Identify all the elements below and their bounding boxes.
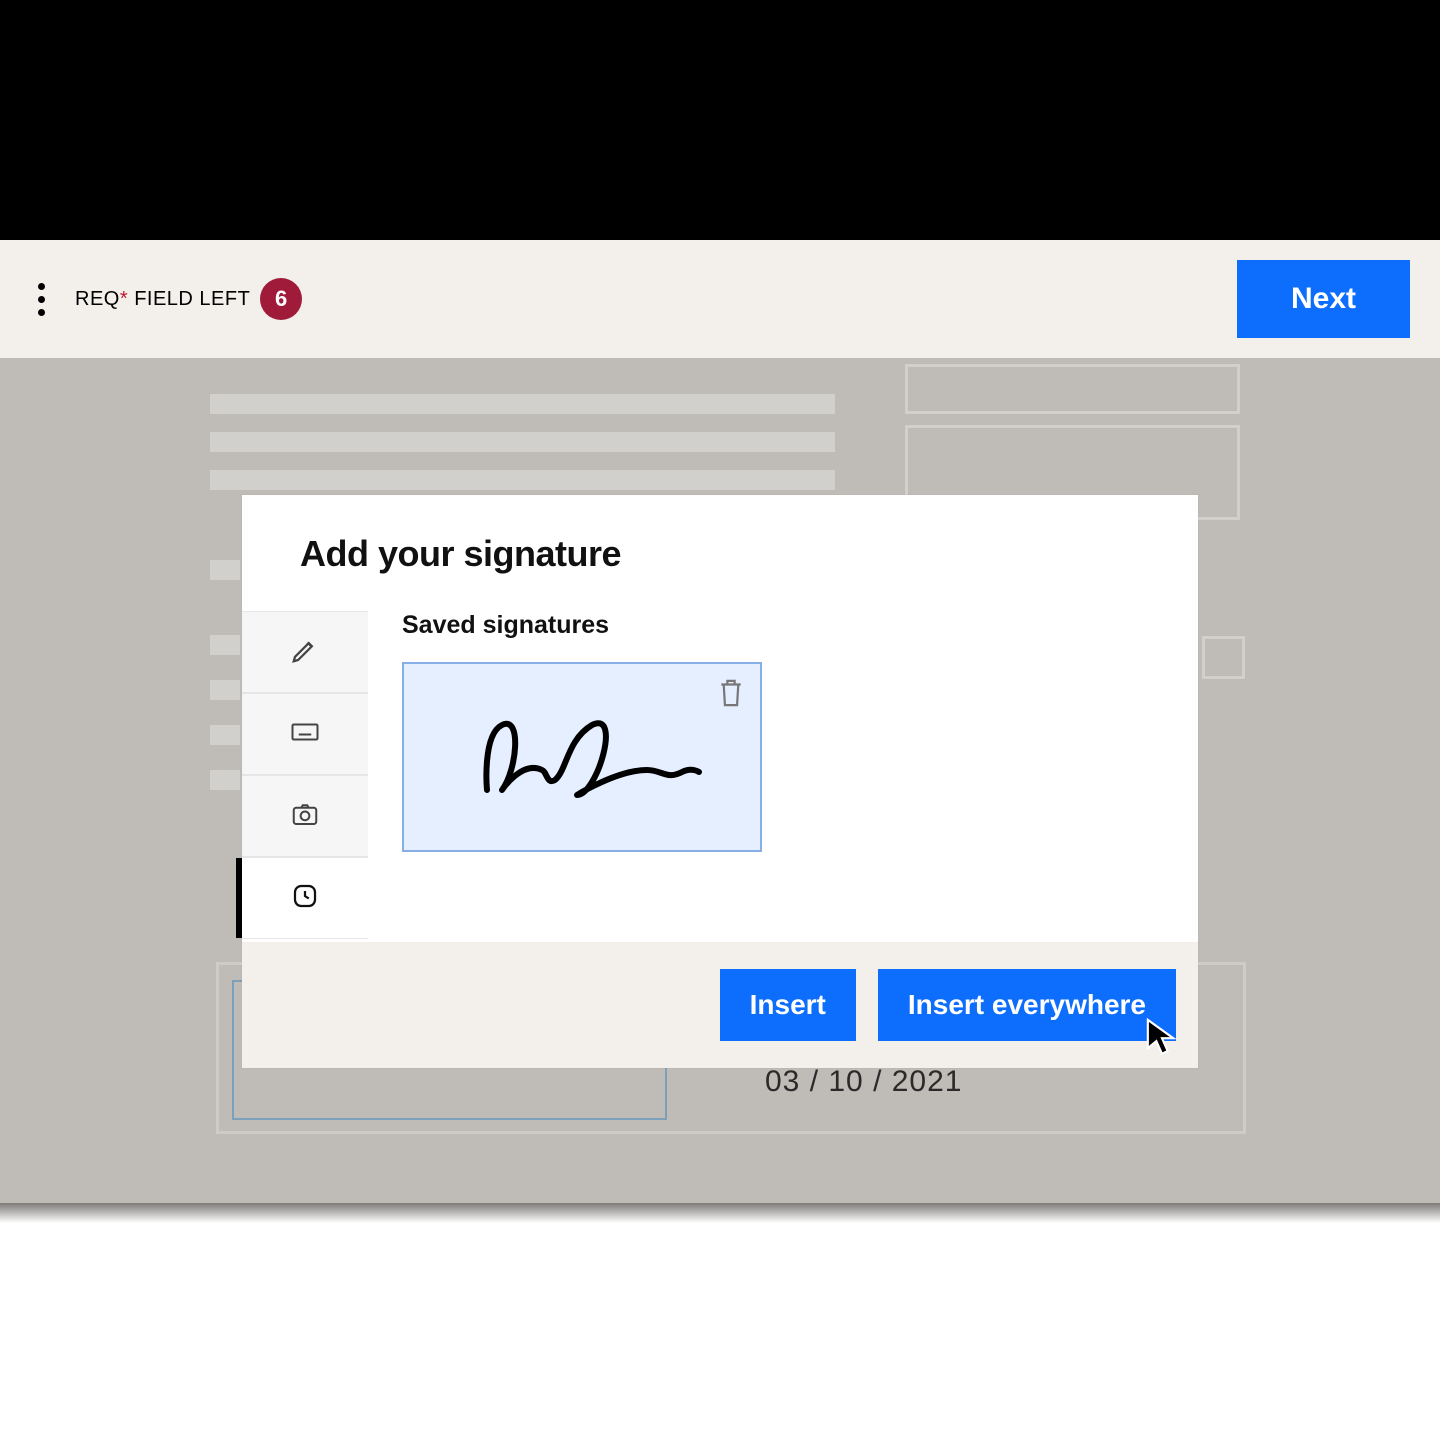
insert-button[interactable]: Insert — [720, 969, 856, 1041]
placeholder-line — [210, 680, 240, 700]
signature-method-tabs — [242, 611, 368, 939]
placeholder-line — [210, 770, 240, 790]
date-value: 03 / 10 / 2021 — [765, 1065, 963, 1099]
add-signature-modal: Add your signature — [242, 495, 1198, 1068]
tab-draw[interactable] — [242, 611, 368, 693]
tab-photo[interactable] — [242, 775, 368, 857]
placeholder-line — [210, 432, 835, 452]
window-top-blackbar — [0, 0, 1440, 240]
placeholder-box — [1202, 636, 1245, 679]
placeholder-line — [210, 560, 240, 580]
placeholder-line — [210, 635, 240, 655]
more-menu-button[interactable] — [30, 277, 53, 322]
toolbar: REQ* FIELD LEFT 6 Next — [0, 240, 1440, 358]
saved-signatures-panel: Saved signatures — [402, 611, 1178, 852]
modal-title: Add your signature — [300, 533, 621, 575]
placeholder-line — [210, 470, 835, 490]
saved-signature-card[interactable] — [402, 662, 762, 852]
next-button[interactable]: Next — [1237, 260, 1410, 338]
placeholder-box — [905, 364, 1240, 414]
placeholder-line — [210, 725, 240, 745]
signature-preview — [447, 700, 717, 815]
req-suffix: FIELD LEFT — [128, 288, 250, 310]
required-count-badge: 6 — [260, 278, 302, 320]
req-asterisk: * — [120, 288, 128, 310]
delete-signature-button[interactable] — [716, 676, 746, 715]
saved-signatures-heading: Saved signatures — [402, 611, 1178, 640]
camera-icon — [290, 799, 320, 834]
trash-icon — [716, 697, 746, 714]
tab-type[interactable] — [242, 693, 368, 775]
tab-saved[interactable] — [242, 857, 368, 939]
placeholder-line — [210, 394, 835, 414]
modal-footer: Insert Insert everywhere — [242, 942, 1198, 1068]
keyboard-icon — [290, 717, 320, 752]
clock-icon — [290, 881, 320, 916]
req-prefix: REQ — [75, 288, 120, 310]
insert-everywhere-button[interactable]: Insert everywhere — [878, 969, 1176, 1041]
decorative-shadow — [0, 1203, 1440, 1223]
required-fields-indicator: REQ* FIELD LEFT 6 — [75, 278, 302, 320]
pencil-icon — [290, 635, 320, 670]
